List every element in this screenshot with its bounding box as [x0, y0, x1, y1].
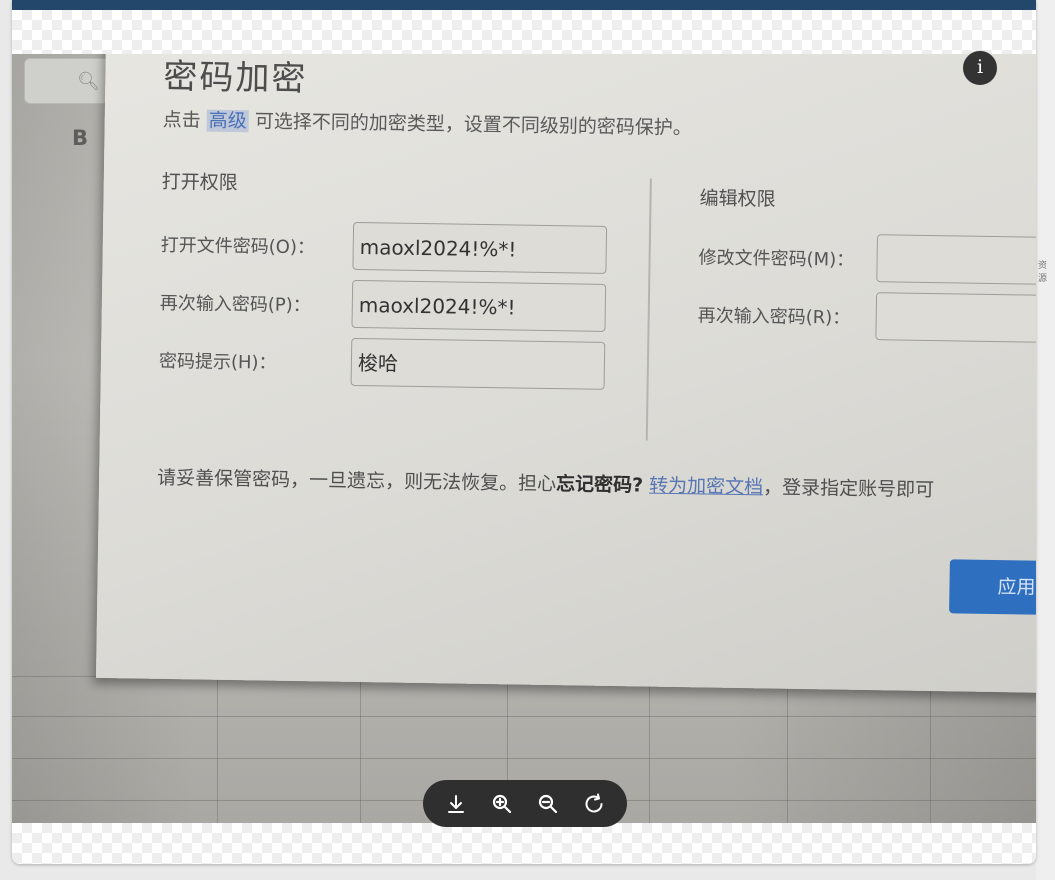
password-hint-field[interactable]: 梭哈	[350, 337, 606, 390]
rotate-button[interactable]	[576, 786, 612, 822]
instruction-prefix: 点击	[162, 108, 201, 132]
password-hint-label: 密码提示(H)：	[158, 350, 277, 374]
spreadsheet-gridline	[12, 716, 1036, 717]
side-text: 资源	[1038, 261, 1048, 284]
dialog-instruction: 点击 高级 可选择不同的加密类型，设置不同级别的密码保护。	[163, 105, 692, 140]
open-password-label: 打开文件密码(O)：	[160, 234, 316, 259]
spreadsheet-gridline	[12, 758, 1036, 759]
zoom-in-button[interactable]	[484, 786, 520, 822]
apply-button[interactable]: 应用	[949, 559, 1036, 616]
confirm-modify-password-field[interactable]	[875, 292, 1036, 343]
zoom-out-icon	[538, 794, 558, 813]
convert-encrypted-doc-link[interactable]: 转为加密文档	[649, 475, 763, 499]
info-icon: i	[976, 56, 984, 78]
top-bar	[12, 0, 1036, 10]
info-button[interactable]: i	[962, 50, 998, 86]
advanced-link[interactable]: 高级	[206, 109, 249, 133]
confirm-password-field[interactable]: maoxl2024!%*!	[351, 279, 607, 332]
background-column-letter: B	[72, 126, 89, 150]
open-password-field[interactable]: maoxl2024!%*!	[352, 221, 608, 274]
image-toolbar	[423, 780, 627, 827]
download-icon	[448, 794, 464, 813]
warning-text: 请妥善保管密码，一旦遗忘，则无法恢复。担心	[156, 466, 557, 496]
transparent-background-bottom	[12, 823, 1036, 864]
modify-password-field[interactable]	[876, 234, 1036, 285]
password-warning: 请妥善保管密码，一旦遗忘，则无法恢复。担心忘记密码? 转为加密文档，登录指定账号…	[157, 463, 934, 502]
section-divider	[645, 178, 652, 441]
instruction-suffix: 可选择不同的加密类型，设置不同级别的密码保护。	[254, 110, 692, 140]
open-permission-title: 打开权限	[161, 170, 238, 195]
download-button[interactable]	[438, 786, 474, 822]
confirm-password-label: 再次输入密码(P)：	[159, 292, 311, 317]
edit-permission-title: 编辑权限	[699, 187, 776, 211]
dialog-title: 密码加密	[163, 56, 308, 100]
page-right-strip	[1036, 0, 1055, 880]
zoom-out-button[interactable]	[530, 786, 566, 822]
modify-password-label: 修改文件密码(M)：	[698, 247, 855, 271]
photo: 🔍︎ B 密码加密 点击 高级 可选择不同的加密类型，设置不同级别的密码保护。 …	[12, 54, 1036, 823]
zoom-in-icon	[492, 794, 512, 813]
warning-suffix: ，登录指定账号即可	[762, 476, 935, 502]
search-icon: 🔍︎	[77, 71, 100, 92]
forgot-password-text: 忘记密码?	[555, 473, 644, 497]
confirm-modify-password-label: 再次输入密码(R)：	[697, 305, 851, 329]
rotate-icon	[585, 793, 603, 812]
transparent-background-top	[12, 10, 1036, 54]
background-search-box: 🔍︎	[24, 58, 112, 104]
image-viewer: 🔍︎ B 密码加密 点击 高级 可选择不同的加密类型，设置不同级别的密码保护。 …	[12, 0, 1036, 864]
password-encryption-dialog: 密码加密 点击 高级 可选择不同的加密类型，设置不同级别的密码保护。 打开权限 …	[95, 54, 1036, 694]
